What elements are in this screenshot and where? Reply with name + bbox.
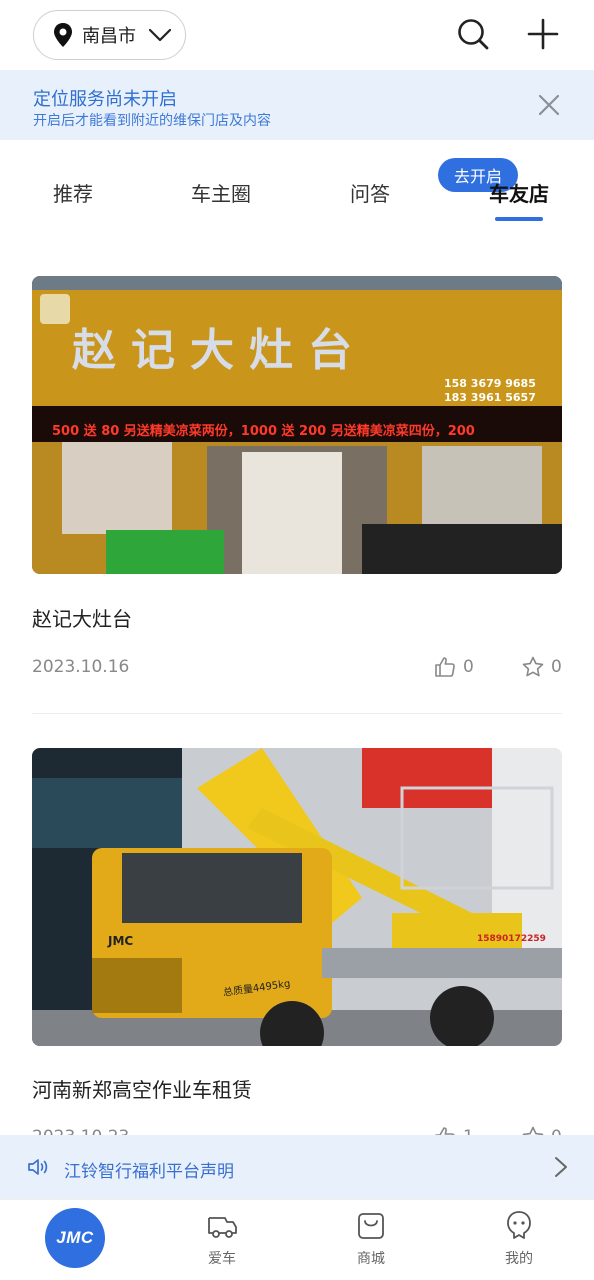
plus-icon[interactable] xyxy=(526,17,560,51)
post-title: 河南新郑高空作业车租赁 xyxy=(32,1078,252,1102)
notice-text: 江铃智行福利平台声明 xyxy=(64,1162,234,1182)
store-photo: JMC 15890172259 总质量4495kg xyxy=(32,748,562,1046)
platform-notice-bar[interactable]: 江铃智行福利平台声明 xyxy=(0,1135,594,1199)
thumbs-up-icon xyxy=(435,657,455,677)
tab-partner-stores[interactable]: 车友店 xyxy=(489,178,549,207)
store-phone-2: 183 3961 5657 xyxy=(444,391,536,404)
location-service-banner: 定位服务尚未开启 开启后才能看到附近的维保门店及内容 去开启 xyxy=(0,70,594,192)
favorite-count: 0 xyxy=(551,657,562,677)
nav-mall[interactable]: 商城 xyxy=(331,1208,411,1268)
car-icon xyxy=(208,1217,237,1238)
jmc-home-logo[interactable]: JMC xyxy=(45,1208,105,1268)
like-count: 0 xyxy=(463,657,474,677)
store-card[interactable]: 赵 记 大 灶 台 158 3679 9685 183 3961 5657 50… xyxy=(32,276,562,574)
store-photo: 赵 记 大 灶 台 158 3679 9685 183 3961 5657 50… xyxy=(32,276,562,574)
city-selector[interactable]: 南昌市 xyxy=(33,10,186,60)
store-led-text: 500 送 80 另送精美凉菜两份，1000 送 200 另送精美凉菜四份，20… xyxy=(52,424,475,439)
nav-label: 爱车 xyxy=(208,1251,236,1267)
close-icon[interactable] xyxy=(536,92,562,118)
divider xyxy=(32,713,562,714)
top-bar: 南昌市 xyxy=(0,0,594,70)
store-sign-text: 赵 记 大 灶 台 xyxy=(72,326,354,375)
nav-profile[interactable]: 我的 xyxy=(479,1208,559,1268)
content-tabs: 推荐 车主圈 问答 车友店 xyxy=(0,140,594,240)
truck-phone: 15890172259 xyxy=(477,934,546,944)
nav-label: 商城 xyxy=(357,1251,385,1267)
tab-recommend[interactable]: 推荐 xyxy=(53,178,93,207)
profile-icon xyxy=(507,1211,531,1239)
nav-my-car[interactable]: 爱车 xyxy=(182,1208,262,1268)
post-date: 2023.10.16 xyxy=(32,657,130,677)
nav-label: 我的 xyxy=(505,1251,533,1267)
like-button[interactable]: 0 xyxy=(433,655,474,679)
map-pin-icon xyxy=(54,23,72,47)
favorite-button[interactable]: 0 xyxy=(521,655,562,679)
post-title: 赵记大灶台 xyxy=(32,607,132,631)
banner-title: 定位服务尚未开启 xyxy=(33,89,177,110)
shopping-bag-icon xyxy=(358,1213,384,1239)
banner-subtitle: 开启后才能看到附近的维保门店及内容 xyxy=(33,113,271,129)
search-icon[interactable] xyxy=(456,17,490,51)
store-card[interactable]: JMC 15890172259 总质量4495kg xyxy=(32,748,562,1046)
store-phone-1: 158 3679 9685 xyxy=(444,377,536,390)
chevron-right-icon xyxy=(555,1157,567,1177)
city-name: 南昌市 xyxy=(82,26,136,47)
star-icon xyxy=(522,656,544,677)
active-tab-indicator xyxy=(495,217,543,221)
tab-qa[interactable]: 问答 xyxy=(350,178,390,207)
tab-owner-circle[interactable]: 车主圈 xyxy=(191,178,251,207)
speaker-icon xyxy=(28,1159,48,1175)
chevron-down-icon xyxy=(148,28,172,42)
truck-brand: JMC xyxy=(108,934,134,948)
